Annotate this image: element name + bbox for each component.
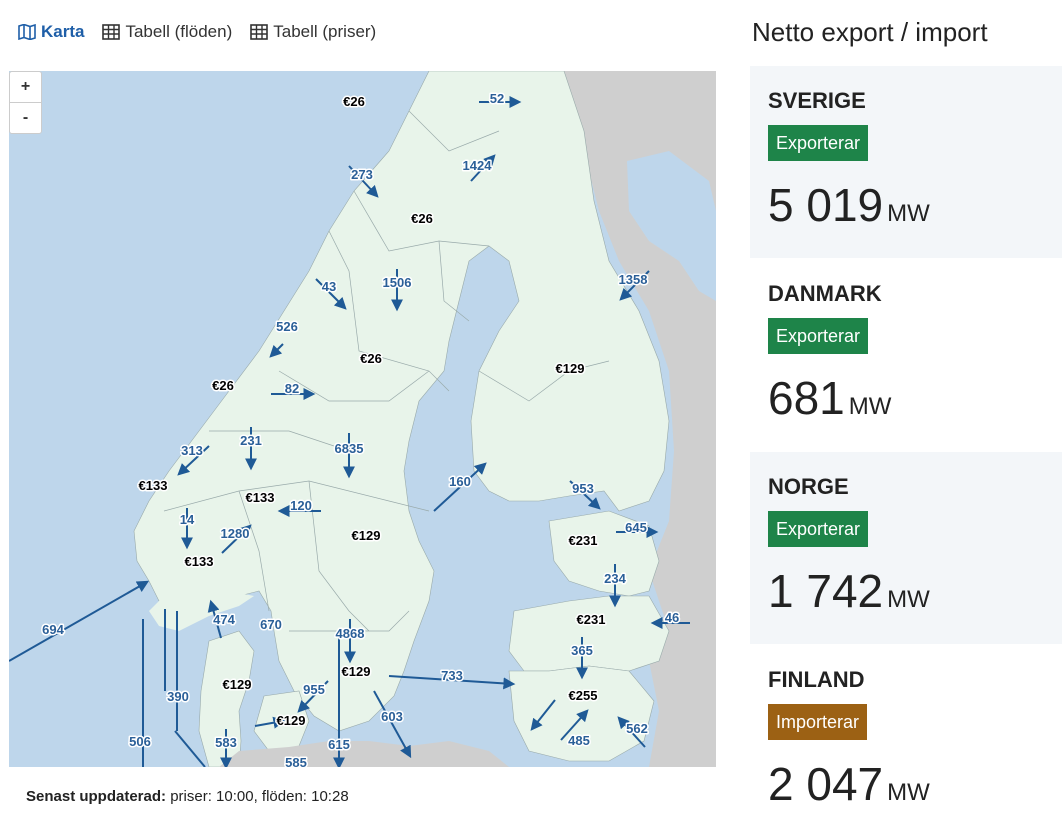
flow-label: 1506 — [383, 275, 412, 290]
flow-label: 645 — [625, 520, 647, 535]
net-export-panel: Netto export / import SVERIGE Exporterar… — [750, 0, 1062, 815]
tab-table-prices-label: Tabell (priser) — [273, 22, 377, 41]
country-card-sverige: SVERIGE Exporterar 5 019 MW — [750, 66, 1062, 258]
last-updated: Senast uppdaterad: priser: 10:00, flöden… — [26, 788, 349, 805]
country-card-danmark: DANMARK Exporterar 681 MW — [750, 259, 1062, 451]
price-label-fi: €129 — [556, 361, 585, 376]
flow-label: 82 — [285, 381, 299, 396]
flow-label: 234 — [604, 571, 626, 586]
latvia-land — [508, 595, 670, 672]
price-label-se3: €129 — [352, 528, 381, 543]
flow-label: 160 — [449, 474, 471, 489]
flow-label: 231 — [240, 433, 262, 448]
price-label-no3: €26 — [212, 378, 234, 393]
price-label-lv: €231 — [577, 612, 606, 627]
table-icon — [102, 24, 121, 40]
tab-table-flows-label: Tabell (flöden) — [125, 22, 233, 41]
view-tabs: Karta Tabell (flöden) Tabell (priser) — [18, 22, 376, 42]
net-value: 681 MW — [768, 371, 891, 425]
zoom-control: + - — [9, 71, 42, 134]
price-label-dk1: €129 — [223, 677, 252, 692]
zoom-in-button[interactable]: + — [10, 72, 41, 102]
flow-label: 670 — [260, 617, 282, 632]
country-card-finland: FINLAND Importerar 2 047 MW — [750, 645, 1062, 837]
flow-label: 474 — [213, 612, 235, 627]
flow-label: 6835 — [335, 441, 364, 456]
status-badge: Exporterar — [768, 511, 869, 547]
flow-label: 485 — [568, 733, 590, 748]
country-card-norge: NORGE Exporterar 1 742 MW — [750, 452, 1062, 644]
flow-label: 313 — [181, 443, 203, 458]
flow-label: 1280 — [221, 526, 250, 541]
flow-label: 526 — [276, 319, 298, 334]
price-label-no2: €133 — [185, 554, 214, 569]
flow-label: 1424 — [463, 158, 493, 173]
tab-table-prices[interactable]: Tabell (priser) — [250, 22, 376, 42]
country-name: NORGE — [768, 474, 849, 499]
status-badge: Exporterar — [768, 318, 869, 354]
flow-label: 955 — [303, 682, 325, 697]
flow-label: 46 — [665, 610, 679, 625]
flow-label: 43 — [322, 279, 336, 294]
tab-map-label: Karta — [41, 22, 85, 41]
panel-title: Netto export / import — [752, 17, 988, 47]
last-updated-label: Senast uppdaterad: — [26, 788, 167, 805]
value-number: 1 742 — [768, 565, 884, 617]
value-unit: MW — [887, 200, 930, 227]
flow-label: 14 — [180, 512, 195, 527]
table-icon — [250, 24, 269, 40]
value-unit: MW — [887, 586, 930, 613]
price-label-no4-north: €26 — [343, 94, 365, 109]
country-name: FINLAND — [768, 667, 865, 692]
germany-land — [219, 741, 509, 767]
last-updated-text: priser: 10:00, flöden: 10:28 — [170, 788, 349, 805]
flow-label: 585 — [285, 755, 307, 767]
flow-label: 390 — [167, 689, 189, 704]
price-label-ee: €231 — [569, 533, 598, 548]
price-label-no1: €133 — [246, 490, 275, 505]
flow-label: 1358 — [619, 272, 648, 287]
price-label-no5: €133 — [139, 478, 168, 493]
net-value: 1 742 MW — [768, 564, 930, 618]
value-unit: MW — [887, 779, 930, 806]
flow-label: 615 — [328, 737, 350, 752]
map[interactable]: €26 €26 €26 €26 €129 €133 €133 €133 €129 €231 €231… — [9, 71, 716, 767]
value-number: 2 047 — [768, 758, 884, 810]
price-label-dk2: €129 — [277, 713, 306, 728]
flow-label: 120 — [290, 498, 312, 513]
flow-label: 583 — [215, 735, 237, 750]
flow-label: 953 — [572, 481, 594, 496]
country-name: DANMARK — [768, 281, 882, 306]
value-unit: MW — [848, 393, 892, 420]
status-badge: Exporterar — [768, 125, 869, 161]
flow-label: 273 — [351, 167, 373, 182]
tab-map[interactable]: Karta — [18, 22, 84, 42]
flow-label: 4868 — [336, 626, 365, 641]
flow-label: 603 — [381, 709, 403, 724]
price-label-se4: €129 — [342, 664, 371, 679]
price-label-se1: €26 — [411, 211, 433, 226]
map-canvas: €26 €26 €26 €26 €129 €133 €133 €133 €129 €231 €231… — [9, 71, 716, 767]
flow-label: 562 — [626, 721, 648, 736]
flow-label: 733 — [441, 668, 463, 683]
flow-label: 52 — [490, 91, 504, 106]
value-number: 5 019 — [768, 179, 884, 231]
flow-label: 506 — [129, 734, 151, 749]
net-value: 2 047 MW — [768, 757, 930, 811]
tab-table-flows[interactable]: Tabell (flöden) — [102, 22, 232, 42]
flow-arrow — [9, 580, 150, 662]
zoom-out-button[interactable]: - — [10, 102, 41, 133]
price-label-se2: €26 — [360, 351, 382, 366]
flow-label: 694 — [42, 622, 64, 637]
flow-label: 365 — [571, 643, 593, 658]
value-number: 681 — [768, 372, 845, 424]
price-label-lt: €255 — [569, 688, 598, 703]
status-badge: Importerar — [768, 704, 868, 740]
country-name: SVERIGE — [768, 88, 866, 113]
map-icon — [18, 24, 36, 40]
net-value: 5 019 MW — [768, 178, 930, 232]
